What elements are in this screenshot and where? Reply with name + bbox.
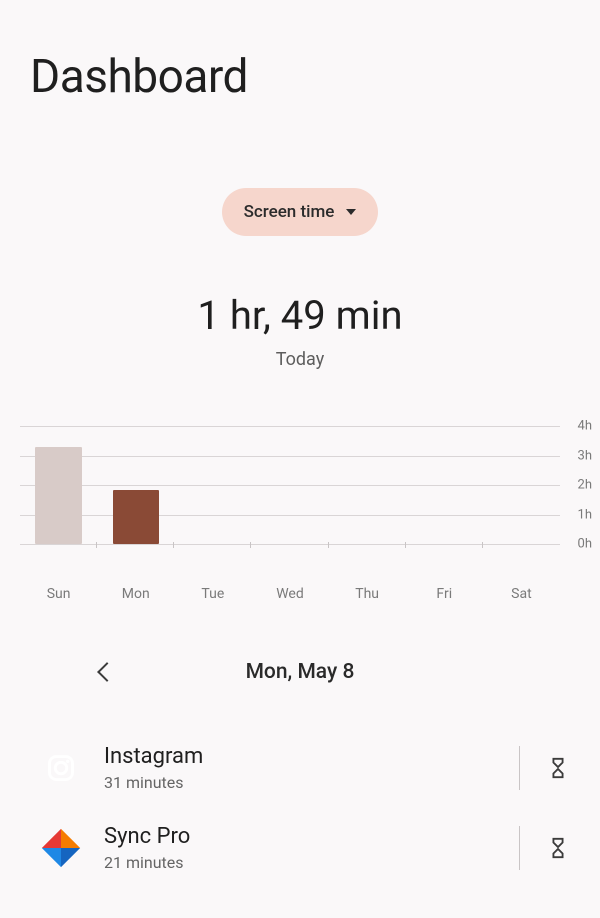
hourglass-icon <box>547 834 569 862</box>
total-screen-time: 1 hr, 49 min <box>0 292 600 339</box>
chart-bar-sun[interactable] <box>20 426 97 544</box>
chart-bar <box>113 490 159 544</box>
chart-xtick-label: Fri <box>406 586 483 602</box>
chevron-down-icon <box>346 209 356 215</box>
page-title: Dashboard <box>0 0 600 144</box>
row-divider <box>519 746 520 790</box>
app-row[interactable]: Sync Pro 21 minutes <box>38 808 570 888</box>
chart-ytick-label: 1h <box>578 507 592 522</box>
chart-bar-sat[interactable] <box>483 426 560 544</box>
app-name: Instagram <box>104 744 499 769</box>
selected-date: Mon, May 8 <box>246 660 355 684</box>
chart-ytick-label: 4h <box>578 419 592 434</box>
chart-bar-mon[interactable] <box>97 426 174 544</box>
row-divider <box>519 826 520 870</box>
app-usage-time: 21 minutes <box>104 853 499 872</box>
set-timer-button[interactable] <box>540 834 570 862</box>
chart-xtick-label: Sat <box>483 586 560 602</box>
chart-xtick-label: Mon <box>97 586 174 602</box>
app-usage-time: 31 minutes <box>104 773 499 792</box>
chart-ytick-label: 2h <box>578 478 592 493</box>
instagram-icon <box>38 745 84 791</box>
metric-dropdown-label: Screen time <box>244 202 335 222</box>
syncpro-icon <box>38 825 84 871</box>
screen-time-chart[interactable]: 0h1h2h3h4h <box>0 426 600 576</box>
chart-bar <box>35 447 81 544</box>
set-timer-button[interactable] <box>540 754 570 782</box>
chart-bar-tue[interactable] <box>174 426 251 544</box>
chart-xtick-label: Tue <box>174 586 251 602</box>
chart-bar-wed[interactable] <box>251 426 328 544</box>
chart-bar-thu[interactable] <box>329 426 406 544</box>
chart-bar-fri[interactable] <box>406 426 483 544</box>
metric-dropdown[interactable]: Screen time <box>222 188 379 236</box>
summary-subtitle: Today <box>0 349 600 370</box>
chart-xtick-label: Wed <box>251 586 328 602</box>
chart-gridline <box>20 544 560 545</box>
chart-xtick-label: Thu <box>329 586 406 602</box>
app-row[interactable]: Instagram 31 minutes <box>38 728 570 808</box>
chart-ytick-label: 3h <box>578 448 592 463</box>
hourglass-icon <box>547 754 569 782</box>
app-name: Sync Pro <box>104 824 499 849</box>
chart-xtick-label: Sun <box>20 586 97 602</box>
chart-ytick-label: 0h <box>578 537 592 552</box>
prev-day-button[interactable] <box>97 662 117 682</box>
